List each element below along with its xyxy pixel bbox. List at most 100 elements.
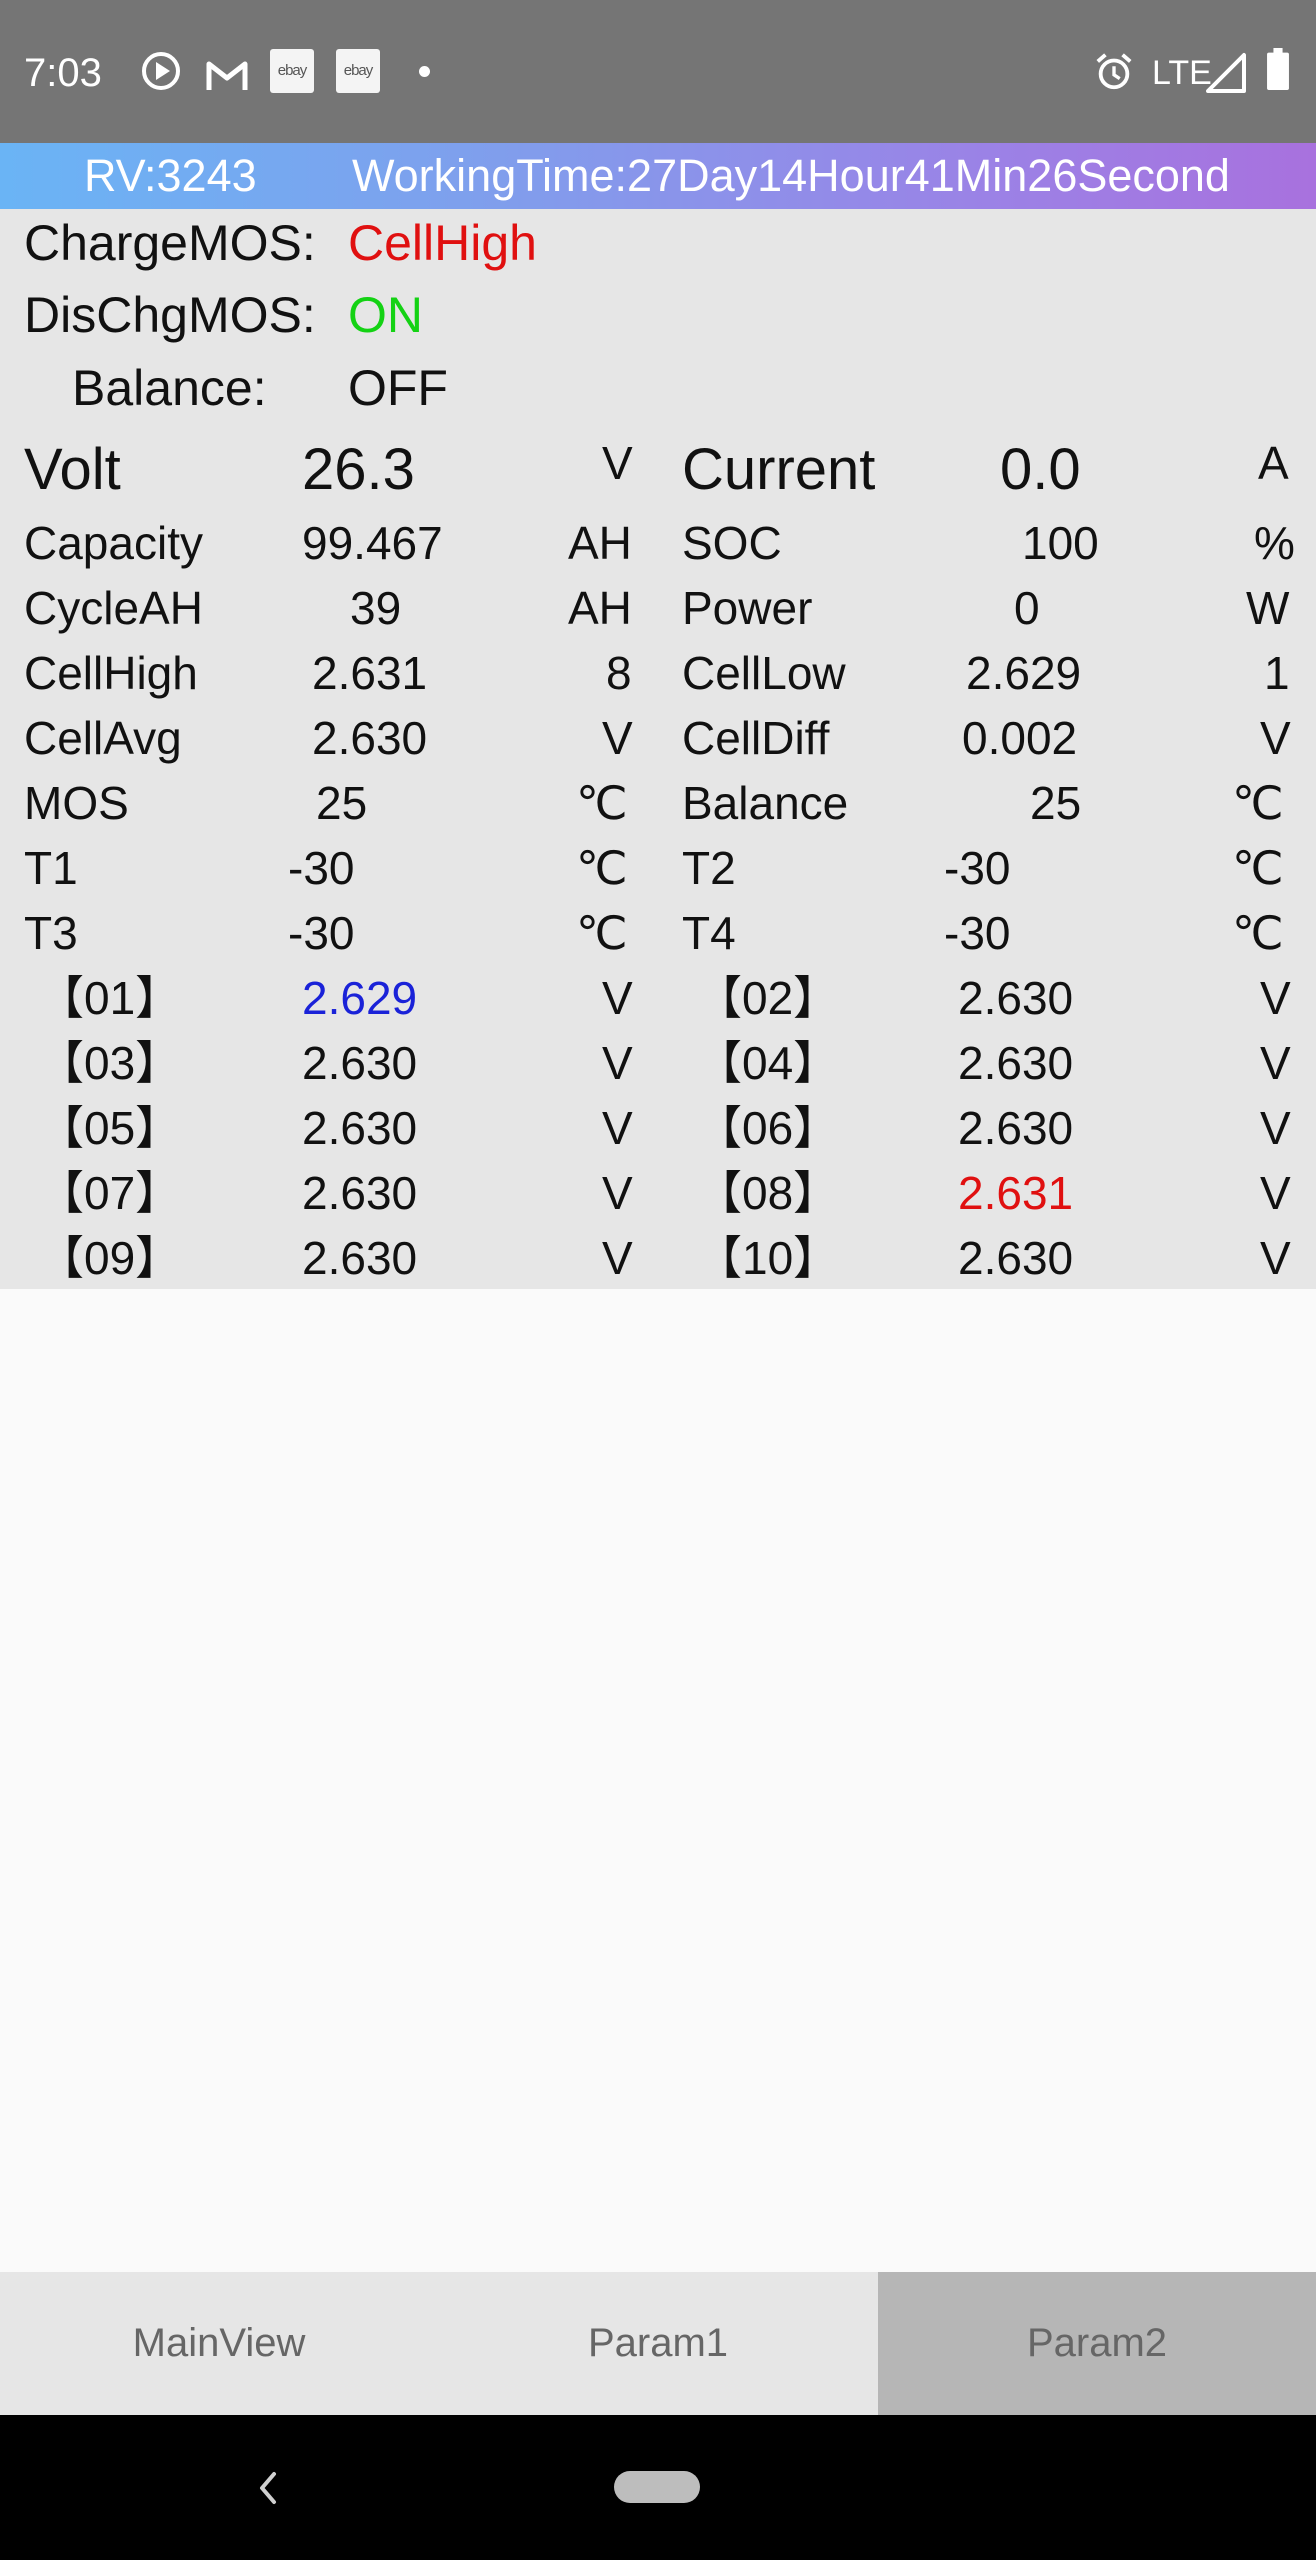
dischg-mos-label: DisChgMOS: [24, 287, 316, 343]
metric-value: 2.631 [312, 647, 428, 699]
back-icon[interactable] [250, 2468, 286, 2508]
cell-value-highest: 2.631 [958, 1167, 1074, 1219]
metric-label: Capacity [24, 517, 203, 569]
gmail-icon [206, 61, 248, 90]
metric-unit: ℃ [576, 907, 628, 959]
cell-unit: V [1260, 1037, 1291, 1089]
metric-value: -30 [944, 907, 1011, 959]
cell-label: 【05】 [38, 1102, 182, 1154]
charge-mos-label: ChargeMOS: [24, 215, 316, 271]
metric-unit: V [602, 712, 633, 764]
ebay-icon: ebay [336, 49, 380, 93]
metric-label: SOC [682, 517, 782, 569]
cell-unit: V [1260, 1102, 1291, 1154]
cell-label: 【10】 [696, 1232, 840, 1284]
metric-label: Power [682, 582, 813, 634]
metric-value: 0 [1014, 582, 1040, 634]
metric-label: MOS [24, 777, 129, 829]
data-panel: ChargeMOS: CellHigh DisChgMOS: ON Balanc… [0, 209, 1316, 1289]
dot-icon [419, 66, 430, 77]
metric-value: -30 [288, 907, 355, 959]
cell-label: 【02】 [696, 972, 840, 1024]
metric-unit: ℃ [1232, 842, 1284, 894]
cell-label: 【01】 [38, 972, 182, 1024]
battery-icon [1267, 48, 1289, 90]
metric-label: T3 [24, 907, 78, 959]
cell-value: 2.630 [302, 1102, 418, 1154]
metric-value: 0.0 [1000, 437, 1081, 502]
rv-label: RV:3243 [84, 150, 257, 201]
cell-unit: V [1260, 972, 1291, 1024]
bottom-tab-bar: MainView Param1 Param2 [0, 2272, 1316, 2415]
metric-value: 39 [350, 582, 402, 634]
cell-value: 2.630 [302, 1037, 418, 1089]
cell-value: 2.630 [958, 1232, 1074, 1284]
metric-value: 2.630 [312, 712, 428, 764]
metric-unit: AH [568, 582, 632, 634]
metric-value: 25 [1030, 777, 1082, 829]
cell-label: 【08】 [696, 1167, 840, 1219]
status-time: 7:03 [24, 51, 102, 95]
metric-unit: A [1258, 437, 1289, 489]
metric-unit: % [1254, 517, 1295, 569]
cell-label: 【07】 [38, 1167, 182, 1219]
cell-value: 2.630 [958, 972, 1074, 1024]
metric-unit: AH [568, 517, 632, 569]
metric-unit: V [1260, 712, 1291, 764]
metric-label: CellHigh [24, 647, 198, 699]
metric-unit: V [602, 437, 633, 489]
cell-value: 2.630 [958, 1037, 1074, 1089]
cell-unit: V [602, 1167, 633, 1219]
charge-mos-value: CellHigh [348, 215, 537, 271]
metric-label: Volt [24, 437, 121, 502]
cell-value: 2.630 [958, 1102, 1074, 1154]
alarm-icon [1096, 53, 1132, 90]
cell-unit: V [1260, 1232, 1291, 1284]
metric-label: CellLow [682, 647, 846, 699]
working-time: WorkingTime:27Day14Hour41Min26Second [352, 150, 1230, 201]
dischg-mos-value: ON [348, 287, 423, 343]
metric-label: Balance [682, 777, 849, 829]
signal-icon [1206, 53, 1246, 93]
metric-value: -30 [944, 842, 1011, 894]
metric-label: T1 [24, 842, 78, 894]
metric-label: CellAvg [24, 712, 182, 764]
cell-value: 2.630 [302, 1232, 418, 1284]
metric-label: CellDiff [682, 712, 830, 764]
cell-value: 2.630 [302, 1167, 418, 1219]
tab-param1[interactable]: Param1 [438, 2272, 878, 2415]
metric-unit: 1 [1264, 647, 1290, 699]
metric-value: 26.3 [302, 437, 415, 502]
cell-unit: V [602, 1037, 633, 1089]
metric-unit: W [1246, 582, 1290, 634]
cell-unit: V [1260, 1167, 1291, 1219]
cell-unit: V [602, 972, 633, 1024]
metric-label: CycleAH [24, 582, 203, 634]
metric-unit: ℃ [576, 777, 628, 829]
cell-label: 【04】 [696, 1037, 840, 1089]
cell-label: 【03】 [38, 1037, 182, 1089]
status-bar: 7:03 ebay ebay LTE [0, 0, 1316, 143]
tab-param2[interactable]: Param2 [878, 2272, 1316, 2415]
metric-unit: ℃ [1232, 907, 1284, 959]
metric-value: 99.467 [302, 517, 443, 569]
cell-unit: V [602, 1102, 633, 1154]
metric-value: 25 [316, 777, 368, 829]
metric-label: T2 [682, 842, 736, 894]
cell-value-lowest: 2.629 [302, 972, 418, 1024]
play-circle-icon [142, 52, 180, 90]
metric-unit: 8 [606, 647, 632, 699]
ebay-icon: ebay [270, 49, 314, 93]
metric-value: 2.629 [966, 647, 1082, 699]
metric-label: Current [682, 437, 876, 502]
tab-mainview[interactable]: MainView [0, 2272, 438, 2415]
balance-state-label: Balance: [72, 360, 267, 416]
home-pill-button[interactable] [614, 2471, 700, 2503]
metric-value: -30 [288, 842, 355, 894]
metric-label: T4 [682, 907, 736, 959]
header-banner: RV:3243 WorkingTime:27Day14Hour41Min26Se… [0, 143, 1316, 209]
metric-value: 100 [1022, 517, 1099, 569]
metric-unit: ℃ [1232, 777, 1284, 829]
cell-label: 【06】 [696, 1102, 840, 1154]
metric-unit: ℃ [576, 842, 628, 894]
